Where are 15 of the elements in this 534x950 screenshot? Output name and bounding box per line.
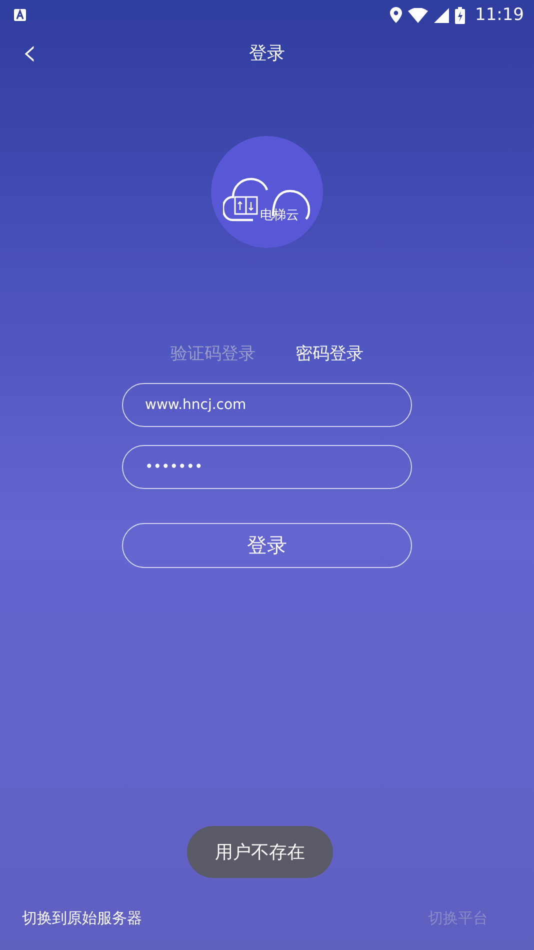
toast-message: 用户不存在 — [187, 826, 333, 878]
input-field[interactable]: www.hncj.com — [122, 383, 412, 427]
location-icon — [390, 7, 402, 23]
login-tab[interactable]: 密码登录 — [296, 342, 364, 365]
login-button[interactable]: 登录 — [122, 523, 412, 568]
battery-icon — [455, 6, 465, 24]
signal-icon — [434, 8, 449, 22]
server-switch-link[interactable]: 切换到原始服务器 — [22, 909, 142, 928]
back-button[interactable]: ‹ — [18, 32, 42, 72]
clock-time: 11:19 — [475, 5, 524, 25]
wifi-icon — [408, 8, 428, 22]
page-title: 登录 — [249, 42, 285, 65]
app-notification-icon — [14, 9, 26, 21]
input-field[interactable]: ••••••• — [122, 445, 412, 489]
logo-text: 电梯云 — [260, 207, 299, 224]
